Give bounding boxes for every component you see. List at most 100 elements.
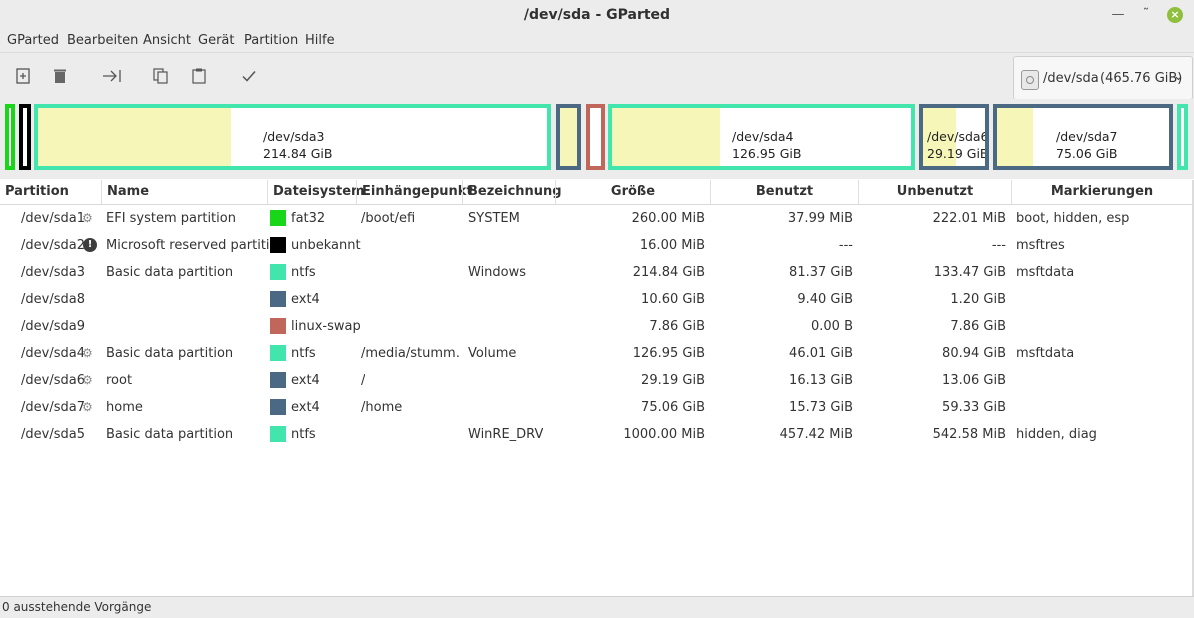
- table-row[interactable]: /dev/sda4 ⚙ Basic data partition ntfs /m…: [0, 340, 1194, 367]
- diskmap-sda4[interactable]: /dev/sda4 126.95 GiB: [608, 104, 915, 170]
- cell-size: 10.60 GiB: [641, 292, 705, 307]
- cell-filesystem: ext4: [291, 400, 320, 415]
- col-name[interactable]: Name: [101, 180, 267, 204]
- cell-filesystem: linux-swap: [291, 319, 361, 334]
- cell-label: SYSTEM: [468, 211, 520, 226]
- cell-filesystem: unbekannt: [291, 238, 361, 253]
- col-mountpoint[interactable]: Einhängepunkt: [356, 180, 473, 204]
- cell-partition: /dev/sda7: [21, 400, 85, 415]
- maximize-icon[interactable]: ˜: [1138, 7, 1154, 23]
- cell-flags: msftres: [1016, 238, 1065, 253]
- diskmap-sda2[interactable]: [19, 104, 31, 170]
- fs-color-swatch: [270, 264, 286, 280]
- cell-name: root: [106, 373, 133, 388]
- table-row[interactable]: /dev/sda7 ⚙ home ext4 /home 75.06 GiB 15…: [0, 394, 1194, 421]
- cell-unused: ---: [991, 238, 1006, 253]
- fs-color-swatch: [270, 291, 286, 307]
- cell-flags: hidden, diag: [1016, 427, 1097, 442]
- menu-bar: GParted Bearbeiten Ansicht Gerät Partiti…: [0, 30, 1194, 52]
- paste-icon[interactable]: [190, 67, 208, 85]
- table-row[interactable]: /dev/sda9 linux-swap 7.86 GiB 0.00 B 7.8…: [0, 313, 1194, 340]
- diskmap-sda8[interactable]: [556, 104, 581, 170]
- status-bar: 0 ausstehende Vorgänge: [0, 596, 1194, 618]
- cell-flags: msftdata: [1016, 346, 1075, 361]
- diskmap-sda7[interactable]: /dev/sda7 75.06 GiB: [993, 104, 1173, 170]
- col-flags[interactable]: Markierungen: [1011, 180, 1192, 204]
- cell-size: 7.86 GiB: [649, 319, 705, 334]
- close-icon[interactable]: ×: [1167, 7, 1183, 23]
- menu-geraet[interactable]: Gerät: [198, 33, 234, 48]
- delete-icon[interactable]: [51, 67, 69, 85]
- cell-size: 260.00 MiB: [631, 211, 705, 226]
- cell-size: 126.95 GiB: [632, 346, 705, 361]
- cell-name: Microsoft reserved partition: [106, 238, 286, 253]
- cell-mountpoint: /: [361, 373, 366, 388]
- cell-used: 457.42 MiB: [779, 427, 853, 442]
- used-space: [38, 108, 231, 166]
- key-icon: ⚙: [82, 211, 93, 225]
- diskmap-sda9[interactable]: [586, 104, 605, 170]
- cell-used: 81.37 GiB: [789, 265, 853, 280]
- device-selector[interactable]: /dev/sda (465.76 GiB) ⌄: [1013, 56, 1193, 100]
- cell-unused: 222.01 MiB: [932, 211, 1006, 226]
- diskmap-sda6[interactable]: /dev/sda6 29.19 GiB: [919, 104, 989, 170]
- table-row[interactable]: /dev/sda1 ⚙ EFI system partition fat32 /…: [0, 205, 1194, 232]
- col-unused[interactable]: Unbenutzt: [858, 180, 1011, 204]
- cell-unused: 13.06 GiB: [942, 373, 1006, 388]
- menu-bearbeiten[interactable]: Bearbeiten: [67, 33, 138, 48]
- cell-label: WinRE_DRV: [468, 427, 544, 442]
- cell-name: Basic data partition: [106, 346, 234, 361]
- used-space: [612, 108, 720, 166]
- menu-partition[interactable]: Partition: [244, 33, 298, 48]
- key-icon: ⚙: [82, 346, 93, 360]
- cell-name: Basic data partition: [106, 427, 234, 442]
- menu-hilfe[interactable]: Hilfe: [305, 33, 335, 48]
- diskmap-sda1[interactable]: [5, 104, 15, 170]
- col-size[interactable]: Größe: [555, 180, 710, 204]
- new-partition-icon[interactable]: [14, 67, 32, 85]
- warning-icon: !: [83, 238, 97, 252]
- cell-used: 9.40 GiB: [797, 292, 853, 307]
- device-name: /dev/sda: [1043, 71, 1099, 86]
- cell-used: ---: [838, 238, 853, 253]
- chevron-down-icon: ⌄: [1173, 69, 1184, 84]
- cell-name: home: [106, 400, 143, 415]
- pending-operations: 0 ausstehende Vorgänge: [2, 600, 152, 614]
- table-row[interactable]: /dev/sda3 Basic data partition ntfs Wind…: [0, 259, 1194, 286]
- fs-color-swatch: [270, 210, 286, 226]
- fs-color-swatch: [270, 372, 286, 388]
- disk-map: /dev/sda3 214.84 GiB /dev/sda4 126.95 Gi…: [0, 99, 1194, 179]
- col-partition[interactable]: Partition: [0, 180, 101, 204]
- table-row[interactable]: /dev/sda2 ! Microsoft reserved partition…: [0, 232, 1194, 259]
- table-header: Partition Name Dateisystem Einhängepunkt…: [0, 180, 1194, 205]
- col-label[interactable]: Bezeichnung: [462, 180, 562, 204]
- menu-gparted[interactable]: GParted: [7, 33, 59, 48]
- cell-size: 29.19 GiB: [641, 373, 705, 388]
- diskmap-label: /dev/sda4 126.95 GiB: [732, 129, 802, 161]
- copy-icon[interactable]: [152, 67, 170, 85]
- apply-icon[interactable]: [240, 67, 258, 85]
- cell-partition: /dev/sda8: [21, 292, 85, 307]
- minimize-icon[interactable]: —: [1110, 7, 1126, 23]
- window-title: /dev/sda - GParted: [523, 7, 671, 23]
- col-filesystem[interactable]: Dateisystem: [267, 180, 365, 204]
- diskmap-sda3[interactable]: /dev/sda3 214.84 GiB: [34, 104, 551, 170]
- table-row[interactable]: /dev/sda6 ⚙ root ext4 / 29.19 GiB 16.13 …: [0, 367, 1194, 394]
- diskmap-sda5[interactable]: [1177, 104, 1188, 170]
- cell-size: 214.84 GiB: [632, 265, 705, 280]
- table-row[interactable]: /dev/sda8 ext4 10.60 GiB 9.40 GiB 1.20 G…: [0, 286, 1194, 313]
- cell-used: 0.00 B: [811, 319, 853, 334]
- cell-mountpoint: /media/stumm…: [361, 346, 461, 361]
- cell-used: 15.73 GiB: [789, 400, 853, 415]
- key-icon: ⚙: [82, 373, 93, 387]
- cell-unused: 133.47 GiB: [933, 265, 1006, 280]
- resize-move-icon[interactable]: [102, 67, 121, 85]
- col-used[interactable]: Benutzt: [710, 180, 858, 204]
- cell-flags: boot, hidden, esp: [1016, 211, 1130, 226]
- table-row[interactable]: /dev/sda5 Basic data partition ntfs WinR…: [0, 421, 1194, 448]
- menu-ansicht[interactable]: Ansicht: [143, 33, 191, 48]
- cell-size: 16.00 MiB: [639, 238, 705, 253]
- cell-unused: 1.20 GiB: [950, 292, 1006, 307]
- cell-size: 1000.00 MiB: [623, 427, 705, 442]
- cell-partition: /dev/sda2: [21, 238, 85, 253]
